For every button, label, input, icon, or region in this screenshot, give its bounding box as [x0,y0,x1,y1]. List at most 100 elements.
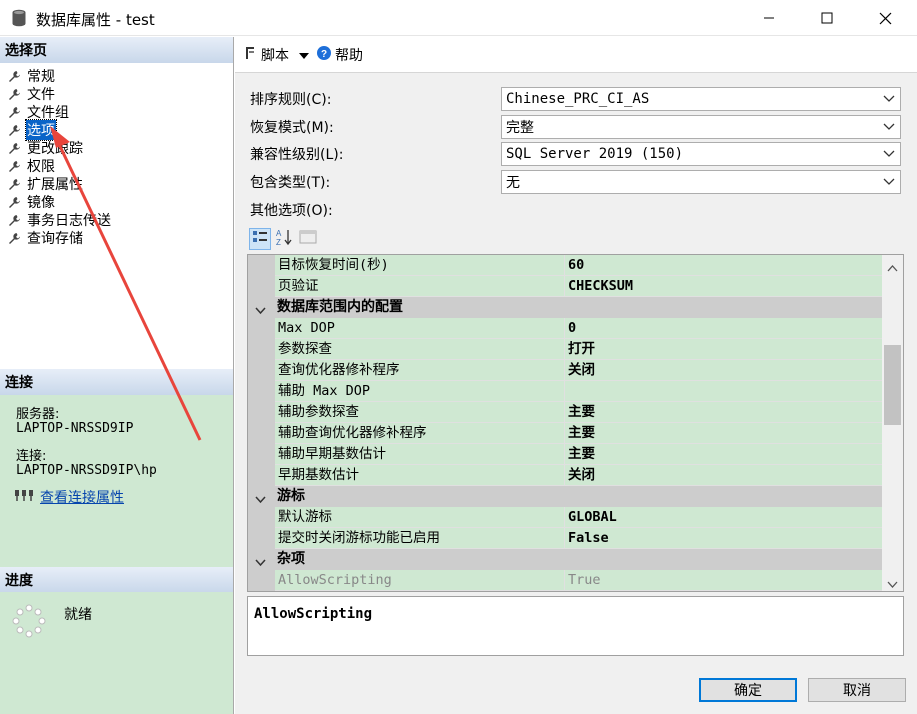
grid-property-name: 参数探查 [275,339,565,360]
grid-property-value[interactable]: 60 [565,255,882,276]
categorized-button[interactable] [249,228,271,250]
cancel-button[interactable]: 取消 [808,678,906,702]
containment-select[interactable]: 无 [501,170,901,194]
property-pages-button[interactable] [297,228,319,250]
chevron-down-icon [883,93,895,109]
page-item[interactable]: 权限 [8,157,56,175]
categorized-icon [252,229,268,249]
grid-property-row[interactable]: 查询优化器修补程序 关闭 [248,360,882,381]
view-connection-link[interactable]: 查看连接属性 [40,487,124,507]
page-item[interactable]: 选项 [8,119,57,141]
grid-property-value[interactable]: True [565,570,882,591]
page-item-label: 事务日志传送 [27,213,111,229]
page-item[interactable]: 更改跟踪 [8,139,84,157]
vertical-scrollbar[interactable] [882,255,903,591]
grid-property-row[interactable]: 辅助查询优化器修补程序 主要 [248,423,882,444]
connection-properties-icon [14,488,34,506]
title-bar: 数据库属性 - test [0,0,917,36]
grid-category-label: 数据库范围内的配置 [277,299,403,315]
grid-property-value[interactable]: 打开 [565,339,882,360]
page-item[interactable]: 查询存储 [8,229,84,247]
page-item[interactable]: 事务日志传送 [8,211,112,229]
grid-property-row[interactable]: 辅助 Max DOP [248,381,882,402]
page-item-label: 常规 [27,69,55,85]
collation-label: 排序规则(C): [250,92,332,108]
grid-property-name: 页验证 [275,276,565,297]
alphabetical-button[interactable]: AZ [273,228,295,250]
collation-select[interactable]: Chinese_PRC_CI_AS [501,87,901,111]
window-title: 数据库属性 - test [36,11,155,29]
wrench-icon [8,214,21,227]
page-item[interactable]: 镜像 [8,193,56,211]
collapse-chevron-icon[interactable] [255,555,266,571]
server-value: LAPTOP-NRSSD9IP [16,421,134,436]
ok-button[interactable]: 确定 [699,678,797,702]
view-connection-properties[interactable]: 查看连接属性 [14,487,124,507]
close-button[interactable] [862,0,908,36]
page-item[interactable]: 扩展属性 [8,175,84,193]
grid-property-name: 查询优化器修补程序 [275,360,565,381]
grid-property-value[interactable]: 主要 [565,402,882,423]
description-text: AllowScripting [254,606,373,622]
scroll-down-icon[interactable] [887,577,898,591]
grid-category-label: 游标 [277,488,305,504]
page-item[interactable]: 常规 [8,67,56,85]
grid-property-name: 辅助早期基数估计 [275,444,565,465]
scroll-up-icon[interactable] [887,260,898,276]
grid-property-row[interactable]: 默认游标 GLOBAL [248,507,882,528]
grid-property-row[interactable]: 参数探查 打开 [248,339,882,360]
grid-category-row[interactable]: 游标 [248,486,882,507]
grid-property-value[interactable]: CHECKSUM [565,276,882,297]
collapse-chevron-icon[interactable] [255,492,266,508]
grid-gutter [248,465,275,486]
grid-property-value[interactable]: 关闭 [565,465,882,486]
grid-category-label: 杂项 [277,551,305,567]
help-button[interactable]: 帮助 [335,45,363,65]
grid-property-row[interactable]: 辅助早期基数估计 主要 [248,444,882,465]
svg-text:?: ? [321,49,327,60]
grid-property-value[interactable]: 主要 [565,423,882,444]
wrench-icon [8,232,21,245]
grid-gutter [248,570,275,591]
wrench-icon [8,70,21,83]
grid-gutter [248,423,275,444]
chevron-down-icon [883,148,895,164]
grid-property-row[interactable]: 目标恢复时间(秒) 60 [248,255,882,276]
connection-value: LAPTOP-NRSSD9IP\hp [16,463,157,478]
grid-property-name: 早期基数估计 [275,465,565,486]
page-item[interactable]: 文件组 [8,103,70,121]
grid-property-row[interactable]: 页验证 CHECKSUM [248,276,882,297]
compat-select[interactable]: SQL Server 2019 (150) [501,142,901,166]
minimize-button[interactable] [746,0,792,36]
grid-gutter [248,507,275,528]
page-item-label: 权限 [27,159,55,175]
grid-property-row[interactable]: 提交时关闭游标功能已启用 False [248,528,882,549]
grid-category-row[interactable]: 数据库范围内的配置 [248,297,882,318]
script-dropdown-icon[interactable] [299,47,309,63]
grid-property-name: Max DOP [275,318,565,339]
grid-property-value[interactable]: 0 [565,318,882,339]
grid-property-value[interactable] [565,381,882,402]
collation-value: Chinese_PRC_CI_AS [506,91,650,107]
grid-property-row[interactable]: 早期基数估计 关闭 [248,465,882,486]
grid-property-row[interactable]: Max DOP 0 [248,318,882,339]
grid-property-value[interactable]: GLOBAL [565,507,882,528]
other-options-label: 其他选项(O): [250,203,333,219]
grid-property-value[interactable]: False [565,528,882,549]
connection-header: 连接 [0,369,233,395]
grid-property-name: 目标恢复时间(秒) [275,255,565,276]
grid-gutter [248,360,275,381]
grid-property-row[interactable]: 辅助参数探查 主要 [248,402,882,423]
grid-property-value[interactable]: 主要 [565,444,882,465]
grid-property-value[interactable]: 关闭 [565,360,882,381]
toolbar: 脚本 ? 帮助 [235,37,917,73]
scrollbar-thumb[interactable] [884,345,901,425]
grid-property-row[interactable]: AllowScripting True [248,570,882,591]
grid-category-row[interactable]: 杂项 [248,549,882,570]
collapse-chevron-icon[interactable] [255,303,266,319]
page-item[interactable]: 文件 [8,85,56,103]
recovery-select[interactable]: 完整 [501,115,901,139]
maximize-button[interactable] [804,0,850,36]
script-button[interactable]: 脚本 [261,45,289,65]
wrench-icon [8,196,21,209]
